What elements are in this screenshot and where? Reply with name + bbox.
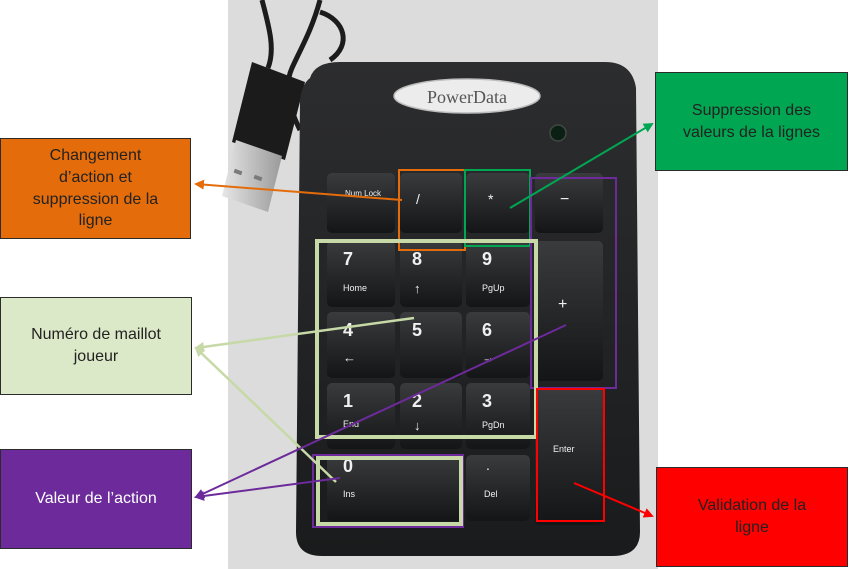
callout-action-value: Valeur de l’action <box>0 449 192 549</box>
brand-logo-text: PowerData <box>427 87 507 107</box>
key-7-sublabel: Home <box>343 283 367 293</box>
key-8-label: 8 <box>412 249 422 269</box>
key-3[interactable]: 3 PgDn <box>466 383 530 449</box>
callout-line-validation: Validation de la ligne <box>656 467 848 567</box>
key-dot-sublabel: Del <box>484 489 498 499</box>
key-9-sublabel: PgUp <box>482 283 505 293</box>
key-3-sublabel: PgDn <box>482 420 505 430</box>
key-minus[interactable]: − <box>535 173 603 233</box>
key-3-label: 3 <box>482 391 492 411</box>
key-8-sublabel: ↑ <box>414 281 421 296</box>
key-2-sublabel: ↓ <box>414 418 421 433</box>
key-6-label: 6 <box>482 320 492 340</box>
key-4-label: 4 <box>343 320 353 340</box>
key-4-sublabel: ← <box>343 350 356 365</box>
key-2[interactable]: 2 ↓ <box>400 383 462 449</box>
key-5-label: 5 <box>412 320 422 340</box>
brand-logo: PowerData <box>393 78 541 114</box>
numlock-led-icon <box>549 124 567 142</box>
key-enter[interactable]: Enter <box>535 387 603 525</box>
key-dot-label: . <box>486 457 490 473</box>
key-1[interactable]: 1 End <box>327 383 395 449</box>
key-plus[interactable]: + <box>535 241 603 381</box>
key-0-sublabel: Ins <box>343 489 356 499</box>
key-9-label: 9 <box>482 249 492 269</box>
callout-player-number: Numéro de maillot joueur <box>0 297 192 395</box>
key-slash-label: / <box>416 191 420 207</box>
key-minus-label: − <box>560 191 569 208</box>
key-plus-label: + <box>558 296 567 313</box>
callout-delete-values: Suppression des valeurs de la lignes <box>655 72 848 171</box>
key-1-label: 1 <box>343 391 353 411</box>
key-star-label: * <box>488 191 494 207</box>
callout-change-action: Changement d’action et suppression de la… <box>0 138 191 239</box>
key-numlock[interactable]: Num Lock <box>327 173 395 233</box>
key-7[interactable]: 7 Home <box>327 241 395 307</box>
key-7-label: 7 <box>343 249 353 269</box>
key-dot[interactable]: . Del <box>466 455 530 521</box>
key-slash[interactable]: / <box>400 173 462 233</box>
key-enter-label: Enter <box>553 444 575 454</box>
key-5[interactable]: 5 <box>400 312 462 378</box>
key-0[interactable]: 0 Ins <box>327 455 462 521</box>
key-9[interactable]: 9 PgUp <box>466 241 530 307</box>
